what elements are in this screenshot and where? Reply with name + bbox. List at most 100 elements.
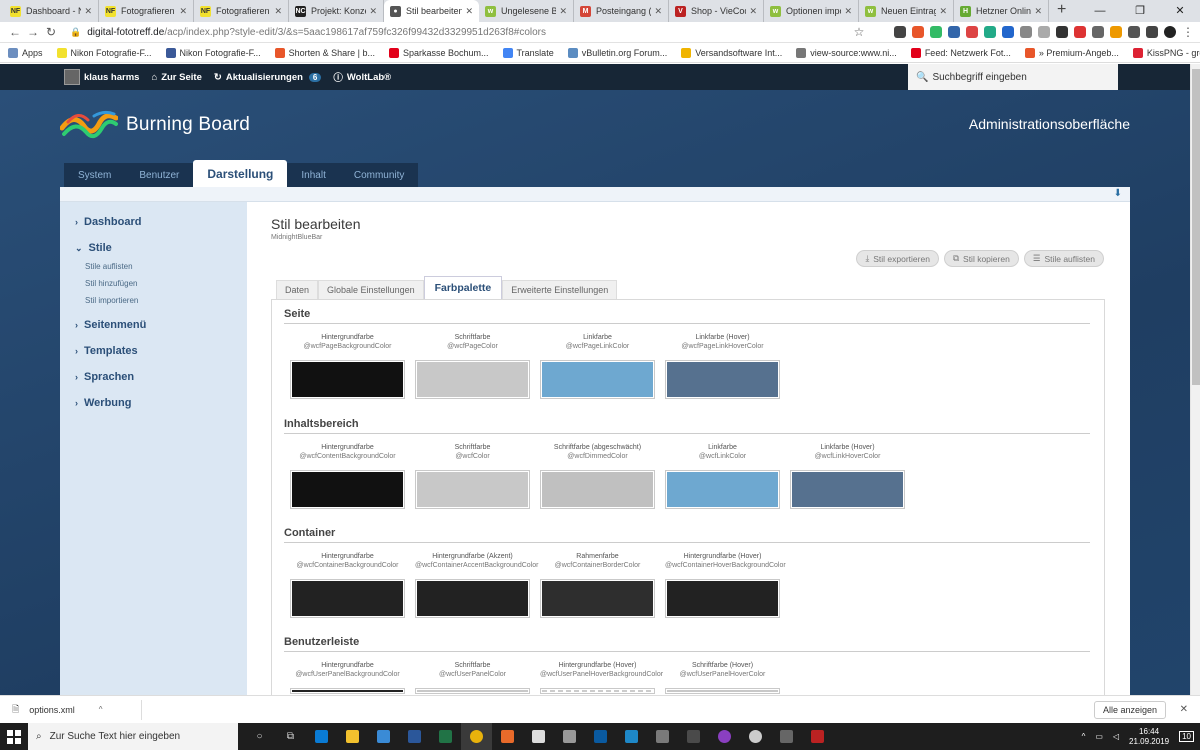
close-tab-icon[interactable]: ✕ [844, 6, 852, 17]
extension-icon[interactable] [1038, 26, 1050, 38]
back-icon[interactable]: ← [6, 25, 24, 39]
extension-icon[interactable] [930, 26, 942, 38]
tab-daten[interactable]: Daten [276, 280, 319, 299]
export-style-button[interactable]: ⤓ Stil exportieren [856, 250, 939, 267]
color-picker-swatch[interactable] [540, 688, 655, 694]
color-picker-swatch[interactable] [665, 360, 780, 399]
sidebar-item-sprachen[interactable]: › Sprachen [60, 369, 247, 385]
browser-tab[interactable]: ● Stil bearbeiten -✕ [384, 0, 479, 22]
updates-link[interactable]: ↻ Aktualisierungen 6 [214, 72, 322, 83]
page-scrollbar[interactable] [1190, 64, 1200, 695]
copy-style-button[interactable]: ⧉ Stil kopieren [943, 250, 1019, 267]
mail-icon[interactable] [523, 723, 554, 750]
app-icon[interactable] [492, 723, 523, 750]
bookmark-item[interactable]: Shorten & Share | b... [274, 47, 375, 58]
logo[interactable]: Burning Board [60, 108, 250, 142]
menu-dots-icon[interactable]: ⋮ [1182, 25, 1194, 39]
download-item[interactable]: 🗎 options.xml ^ [12, 699, 142, 720]
app-icon[interactable] [709, 723, 740, 750]
close-tab-icon[interactable]: ✕ [654, 6, 662, 17]
color-picker-swatch[interactable] [415, 470, 530, 509]
excel-icon[interactable] [430, 723, 461, 750]
sidebar-subitem-stile-auflisten[interactable]: Stile auflisten [60, 258, 247, 275]
clock[interactable]: 16:44 21.09.2019 [1129, 727, 1169, 747]
color-picker-swatch[interactable] [665, 579, 780, 618]
browser-tab[interactable]: NF Fotografieren ler✕ [194, 0, 289, 22]
forward-icon[interactable]: → [24, 25, 42, 39]
app-icon[interactable] [616, 723, 647, 750]
chevron-up-icon[interactable]: ^ [1082, 732, 1086, 741]
windows-start-icon[interactable] [0, 723, 28, 750]
color-picker-swatch[interactable] [290, 360, 405, 399]
extension-icon[interactable] [1110, 26, 1122, 38]
maximize-button[interactable]: ❐ [1120, 0, 1160, 22]
store-icon[interactable] [368, 723, 399, 750]
list-styles-button[interactable]: ☰ Stile auflisten [1023, 250, 1104, 267]
extension-icon[interactable] [984, 26, 996, 38]
bookmark-item[interactable]: KissPNG - größtes... [1132, 47, 1200, 58]
app-icon[interactable] [554, 723, 585, 750]
url-field[interactable]: 🔒 digital-fototreff.de/acp/index.php?sty… [70, 27, 870, 38]
close-tab-icon[interactable]: ✕ [1034, 6, 1042, 17]
tab-erweiterte-einstellungen[interactable]: Erweiterte Einstellungen [502, 280, 618, 299]
sidebar-item-seitenmenue[interactable]: › Seitenmenü [60, 317, 247, 333]
extension-icon[interactable] [894, 26, 906, 38]
main-nav-tab-community[interactable]: Community [339, 163, 419, 187]
reload-icon[interactable]: ↻ [42, 25, 60, 39]
tab-globale-einstellungen[interactable]: Globale Einstellungen [318, 280, 424, 299]
tab-farbpalette[interactable]: Farbpalette [423, 276, 503, 299]
app-icon[interactable] [647, 723, 678, 750]
extension-icon[interactable] [1002, 26, 1014, 38]
browser-tab[interactable]: V Shop - VieCode✕ [669, 0, 764, 22]
main-nav-tab-inhalt[interactable]: Inhalt [287, 163, 340, 187]
network-icon[interactable]: ▭ [1095, 732, 1103, 741]
browser-tab[interactable]: M Posteingang (2)✕ [574, 0, 669, 22]
close-tab-icon[interactable]: ✕ [559, 6, 567, 17]
bookmark-item[interactable]: view-source:www.ni... [796, 47, 897, 58]
bookmark-item[interactable]: Feed: Netzwerk Fot... [910, 47, 1011, 58]
cortana-icon[interactable]: ○ [244, 723, 275, 750]
task-view-icon[interactable]: ⧉ [275, 723, 306, 750]
notification-icon[interactable]: 10 [1179, 731, 1194, 742]
taskbar-search[interactable]: ⌕ Zur Suche Text hier eingeben [28, 723, 238, 750]
extension-icon[interactable] [1074, 26, 1086, 38]
scrollbar-thumb[interactable] [1192, 69, 1200, 385]
sidebar-subitem-stil-hinzufuegen[interactable]: Stil hinzufügen [60, 275, 247, 292]
browser-tab[interactable]: w Optionen import✕ [764, 0, 859, 22]
sidebar-item-stile[interactable]: ⌄ Stile [60, 240, 247, 256]
sidebar-item-templates[interactable]: › Templates [60, 343, 247, 359]
extension-icon[interactable] [1128, 26, 1140, 38]
close-tab-icon[interactable]: ✕ [274, 6, 282, 17]
close-tab-icon[interactable]: ✕ [749, 6, 757, 17]
bookmark-item[interactable]: vBulletin.org Forum... [567, 47, 667, 58]
download-arrow-icon[interactable]: ⬇ [1114, 188, 1122, 199]
bookmark-item[interactable]: Translate [502, 47, 554, 58]
woltlab-link[interactable]: ⓘ WoltLab® [333, 70, 391, 85]
bookmark-item[interactable]: Versandsoftware Int... [681, 47, 782, 58]
new-tab-button[interactable]: + [1049, 0, 1074, 22]
chevron-up-icon[interactable]: ^ [99, 705, 103, 714]
extension-icon[interactable] [948, 26, 960, 38]
extension-icon[interactable] [1146, 26, 1158, 38]
main-nav-tab-darstellung[interactable]: Darstellung [193, 160, 288, 187]
app-icon[interactable] [585, 723, 616, 750]
close-tab-icon[interactable]: ✕ [369, 6, 377, 17]
color-picker-swatch[interactable] [415, 688, 530, 694]
sidebar-subitem-stil-importieren[interactable]: Stil importieren [60, 292, 247, 309]
volume-icon[interactable]: ◁ [1113, 732, 1119, 741]
word-icon[interactable] [399, 723, 430, 750]
sidebar-item-werbung[interactable]: › Werbung [60, 395, 247, 411]
extension-icon[interactable] [1056, 26, 1068, 38]
color-picker-swatch[interactable] [290, 470, 405, 509]
color-picker-swatch[interactable] [540, 360, 655, 399]
extension-icon[interactable] [912, 26, 924, 38]
close-tab-icon[interactable]: ✕ [465, 6, 473, 17]
profile-avatar-icon[interactable] [1164, 26, 1176, 38]
bookmark-item[interactable]: Nikon Fotografie-F... [56, 47, 152, 58]
color-picker-swatch[interactable] [415, 579, 530, 618]
close-icon[interactable]: ✕ [1180, 704, 1188, 715]
close-tab-icon[interactable]: ✕ [179, 6, 187, 17]
edge-icon[interactable] [306, 723, 337, 750]
color-picker-swatch[interactable] [665, 470, 780, 509]
color-picker-swatch[interactable] [790, 470, 905, 509]
